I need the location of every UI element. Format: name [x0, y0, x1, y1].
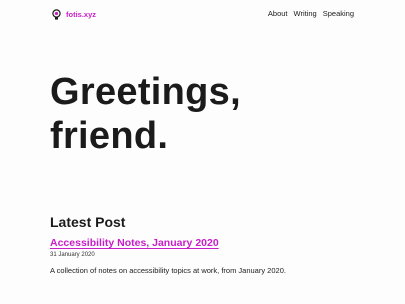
brand-name: fotis.xyz — [66, 9, 97, 19]
nav-about[interactable]: About — [268, 9, 288, 18]
nav-writing[interactable]: Writing — [294, 9, 317, 18]
bulb-icon — [51, 8, 62, 20]
hero-line-2: friend. — [50, 115, 169, 157]
brand-link[interactable]: fotis.xyz — [51, 8, 96, 20]
main-nav: About Writing Speaking — [262, 9, 354, 18]
site-header: fotis.xyz About Writing Speaking — [0, 0, 405, 30]
hero-line-1: Greetings, — [50, 71, 241, 113]
post-excerpt: A collection of notes on accessibility t… — [50, 266, 286, 275]
latest-post-heading: Latest Post — [50, 214, 126, 230]
post-date: 31 January 2020 — [50, 252, 95, 258]
nav-speaking[interactable]: Speaking — [323, 9, 354, 18]
latest-post-link[interactable]: Accessibility Notes, January 2020 — [50, 237, 219, 249]
hero-greeting: Greetings, friend. — [50, 70, 241, 158]
